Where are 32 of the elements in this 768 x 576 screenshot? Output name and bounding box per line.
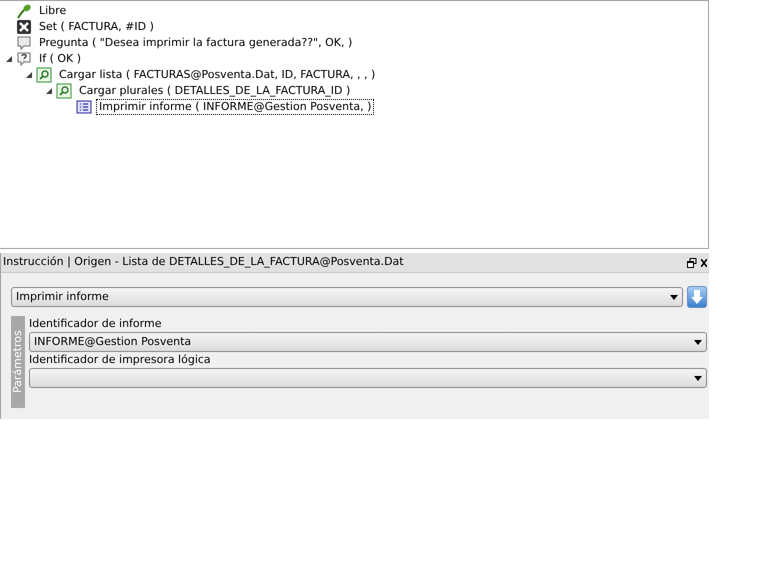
dropdown-caret-icon xyxy=(694,340,702,344)
tree-item[interactable]: If ( OK ) xyxy=(36,51,84,67)
restore-icon[interactable] xyxy=(687,258,697,268)
dropdown-value: INFORME@Gestion Posventa xyxy=(34,334,192,350)
expander-icon[interactable] xyxy=(4,54,14,64)
dropdown-value: Imprimir informe xyxy=(16,288,109,305)
tree-item[interactable]: Imprimir informe ( INFORME@Gestion Posventa, ) xyxy=(96,99,374,115)
panel-title: Instrucción | Origen - Lista de DETALLES_DE_LA_FACTURA@Posventa.Dat xyxy=(3,254,404,270)
dropdown-caret-icon xyxy=(670,294,678,300)
leaf-icon xyxy=(16,3,32,19)
question-bubble-icon xyxy=(16,51,32,67)
move-down-button[interactable] xyxy=(687,286,707,308)
parameter-dropdown[interactable]: INFORME@Gestion Posventa xyxy=(29,332,707,352)
dropdown-caret-icon xyxy=(694,376,702,380)
list-icon xyxy=(76,99,92,115)
speech-bubble-icon xyxy=(16,35,32,51)
parameter-dropdown[interactable] xyxy=(29,368,707,388)
tree-item[interactable]: Set ( FACTURA, #ID ) xyxy=(36,19,157,35)
tree-item[interactable]: Cargar plurales ( DETALLES_DE_LA_FACTURA_ID ) xyxy=(76,83,354,99)
magnifier-icon xyxy=(56,83,72,99)
instruction-dropdown[interactable]: Imprimir informe xyxy=(11,287,683,307)
expander-icon[interactable] xyxy=(24,70,34,80)
parameters-group-label: Parámetros xyxy=(11,316,25,408)
field-label: Identificador de informe xyxy=(29,316,162,332)
tree-item[interactable]: Libre xyxy=(36,3,70,19)
close-icon[interactable] xyxy=(701,258,707,266)
x-icon xyxy=(16,19,32,35)
magnifier-icon xyxy=(36,67,52,83)
field-label: Identificador de impresora lógica xyxy=(29,352,212,368)
tree-item[interactable]: Cargar lista ( FACTURAS@Posventa.Dat, ID, FACTURA, , , ) xyxy=(56,67,378,83)
tree-item[interactable]: Pregunta ( "Desea imprimir la factura generada??", OK, ) xyxy=(36,35,356,51)
expander-icon[interactable] xyxy=(44,86,54,96)
